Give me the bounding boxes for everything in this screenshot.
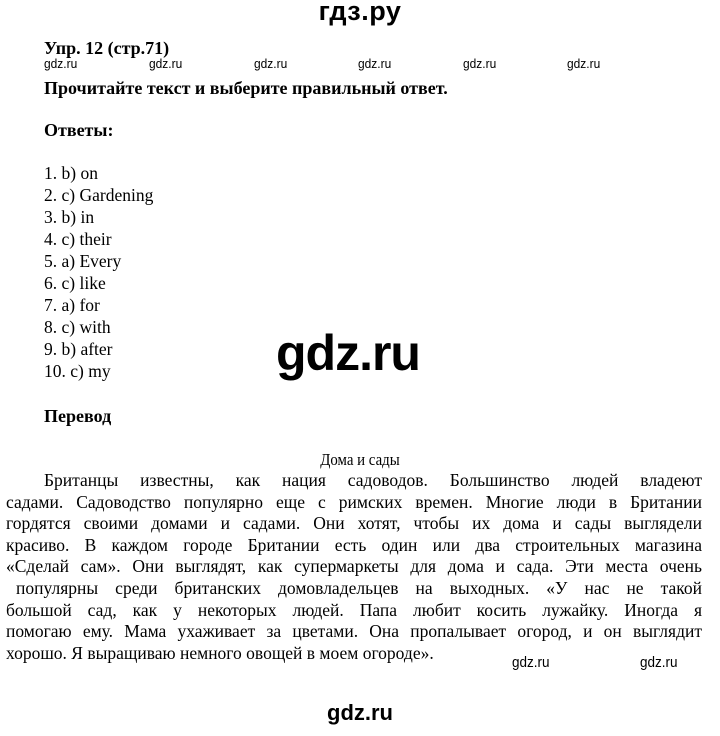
answer-item: 3. b) in	[44, 207, 95, 227]
watermark: gdz.ru	[149, 56, 183, 71]
watermark: gdz.ru	[567, 56, 601, 71]
answer-item: 1. b) on	[44, 163, 98, 183]
watermark: gdz.ru	[640, 654, 678, 671]
text-line: «Сделай сам». Они выглядят, как супермар…	[6, 556, 702, 577]
answer-item: 8. c) with	[44, 317, 111, 337]
task-instruction: Прочитайте текст и выберите правильный о…	[44, 78, 448, 98]
text-line: красиво. В каждом городе Британии есть о…	[6, 534, 702, 555]
watermark: gdz.ru	[463, 56, 497, 71]
watermark: gdz.ru	[358, 56, 392, 71]
answer-item: 2. c) Gardening	[44, 185, 154, 205]
text-line: садами. Садоводство популярно еще с римс…	[6, 491, 702, 512]
answer-item: 7. a) for	[44, 295, 100, 315]
watermark: gdz.ru	[512, 654, 550, 671]
answers-heading: Ответы:	[44, 120, 114, 140]
site-title: гдз.ру	[318, 0, 402, 26]
answer-item: 9. b) after	[44, 339, 113, 359]
watermark: gdz.ru	[44, 56, 78, 71]
watermark: gdz.ru	[254, 56, 288, 71]
story-title: Дома и сады	[320, 450, 400, 469]
answer-item: 10. c) my	[44, 361, 111, 381]
watermark-row: gdz.ru gdz.ru gdz.ru gdz.ru gdz.ru gdz.r…	[0, 56, 720, 76]
text-line: популярны среди британских домовладельце…	[16, 577, 702, 598]
answer-item: 5. a) Every	[44, 251, 122, 271]
text-line: большой сад, как у некоторых людей. Папа…	[6, 599, 702, 620]
answers-list: 1. b) on 2. c) Gardening 3. b) in 4. c) …	[44, 162, 153, 382]
text-line: Британцы известны, как нация садоводов. …	[44, 470, 702, 490]
footer-watermark: gdz.ru	[327, 700, 393, 725]
text-line: гордятся своими домами и садами. Они хот…	[6, 513, 702, 534]
text-line: помогаю ему. Мама ухаживает за цветами. …	[6, 621, 702, 642]
answer-item: 4. c) their	[44, 229, 112, 249]
translation-text: Британцы известны, как нация садоводов. …	[6, 470, 702, 664]
watermark-large: gdz.ru	[276, 325, 421, 381]
translation-heading: Перевод	[44, 406, 112, 426]
answer-item: 6. c) like	[44, 273, 106, 293]
text-line: хорошо. Я выращиваю немного овощей в мое…	[6, 642, 434, 663]
